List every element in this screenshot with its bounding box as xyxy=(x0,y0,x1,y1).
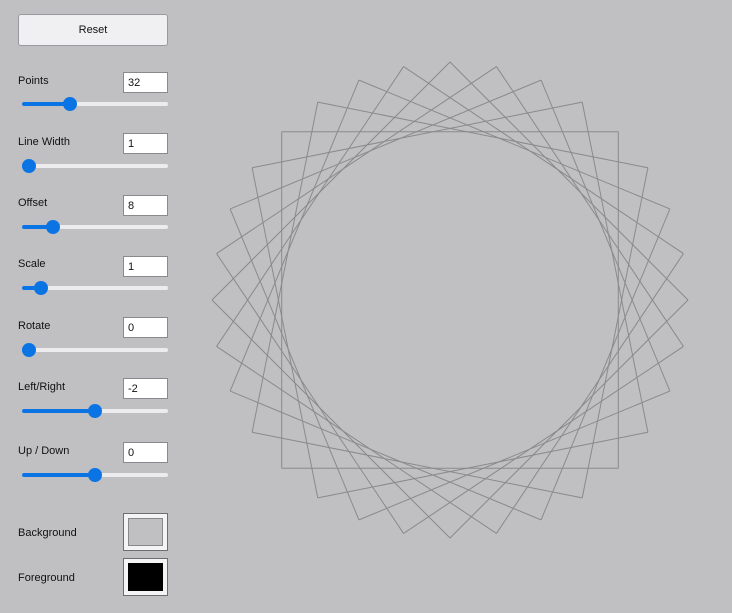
background-color-picker[interactable] xyxy=(123,513,168,551)
star-segment xyxy=(251,102,319,433)
offset-label: Offset xyxy=(18,197,48,209)
star-segment xyxy=(229,79,360,392)
scale-slider[interactable] xyxy=(22,281,168,295)
star-segment xyxy=(496,253,684,534)
slider-thumb[interactable] xyxy=(88,468,102,482)
foreground-color-picker[interactable] xyxy=(123,558,168,596)
scale-input[interactable] xyxy=(123,256,168,277)
slider-thumb[interactable] xyxy=(63,97,78,111)
foreground-label: Foreground xyxy=(18,572,75,584)
slider-fill xyxy=(22,409,95,413)
star-segment xyxy=(211,61,451,301)
rotate-slider[interactable] xyxy=(22,343,168,357)
slider-thumb[interactable] xyxy=(45,220,60,234)
points-input[interactable] xyxy=(123,72,168,93)
slider-track xyxy=(22,164,168,168)
reset-button[interactable]: Reset xyxy=(18,14,168,46)
scale-label: Scale xyxy=(18,258,46,270)
slider-thumb[interactable] xyxy=(33,281,48,295)
star-segment xyxy=(358,79,671,210)
up-down-input[interactable] xyxy=(123,442,168,463)
background-label: Background xyxy=(18,527,77,539)
star-segment xyxy=(229,208,360,521)
left-right-slider[interactable] xyxy=(22,404,168,418)
points-label: Points xyxy=(18,75,49,87)
up-down-label: Up / Down xyxy=(18,445,70,457)
star-segment xyxy=(403,346,684,534)
left-right-label: Left/Right xyxy=(18,381,66,393)
up-down-slider[interactable] xyxy=(22,468,168,482)
star-segment xyxy=(211,299,451,539)
star-segment xyxy=(216,66,497,254)
star-segment xyxy=(581,102,649,433)
star-segment xyxy=(449,299,689,539)
star-segment xyxy=(403,66,684,254)
points-slider[interactable] xyxy=(22,97,168,111)
drawing-canvas xyxy=(211,61,689,539)
star-segment xyxy=(216,253,404,534)
star-segment xyxy=(358,390,671,521)
star-segment xyxy=(252,431,583,499)
slider-fill xyxy=(22,473,95,477)
star-segment xyxy=(317,101,648,169)
slider-thumb[interactable] xyxy=(22,343,36,357)
star-segment xyxy=(581,167,649,498)
offset-slider[interactable] xyxy=(22,220,168,234)
star-segment xyxy=(496,66,684,347)
star-segment xyxy=(229,390,542,521)
line-width-input[interactable] xyxy=(123,133,168,154)
star-segment xyxy=(317,431,648,499)
star-segment xyxy=(216,346,497,534)
left-right-input[interactable] xyxy=(123,378,168,399)
star-segment xyxy=(251,167,319,498)
star-segment xyxy=(540,79,671,392)
star-segment xyxy=(229,79,542,210)
slider-thumb[interactable] xyxy=(88,404,102,418)
star-segment xyxy=(449,61,689,301)
slider-track xyxy=(22,348,168,352)
slider-thumb[interactable] xyxy=(22,159,36,173)
foreground-color-swatch xyxy=(128,563,163,591)
star-segment xyxy=(216,66,404,347)
line-width-label: Line Width xyxy=(18,136,70,148)
background-color-swatch xyxy=(128,518,163,546)
line-width-slider[interactable] xyxy=(22,159,168,173)
rotate-input[interactable] xyxy=(123,317,168,338)
star-segment xyxy=(540,208,671,521)
star-segment xyxy=(252,101,583,169)
rotate-label: Rotate xyxy=(18,320,51,332)
offset-input[interactable] xyxy=(123,195,168,216)
